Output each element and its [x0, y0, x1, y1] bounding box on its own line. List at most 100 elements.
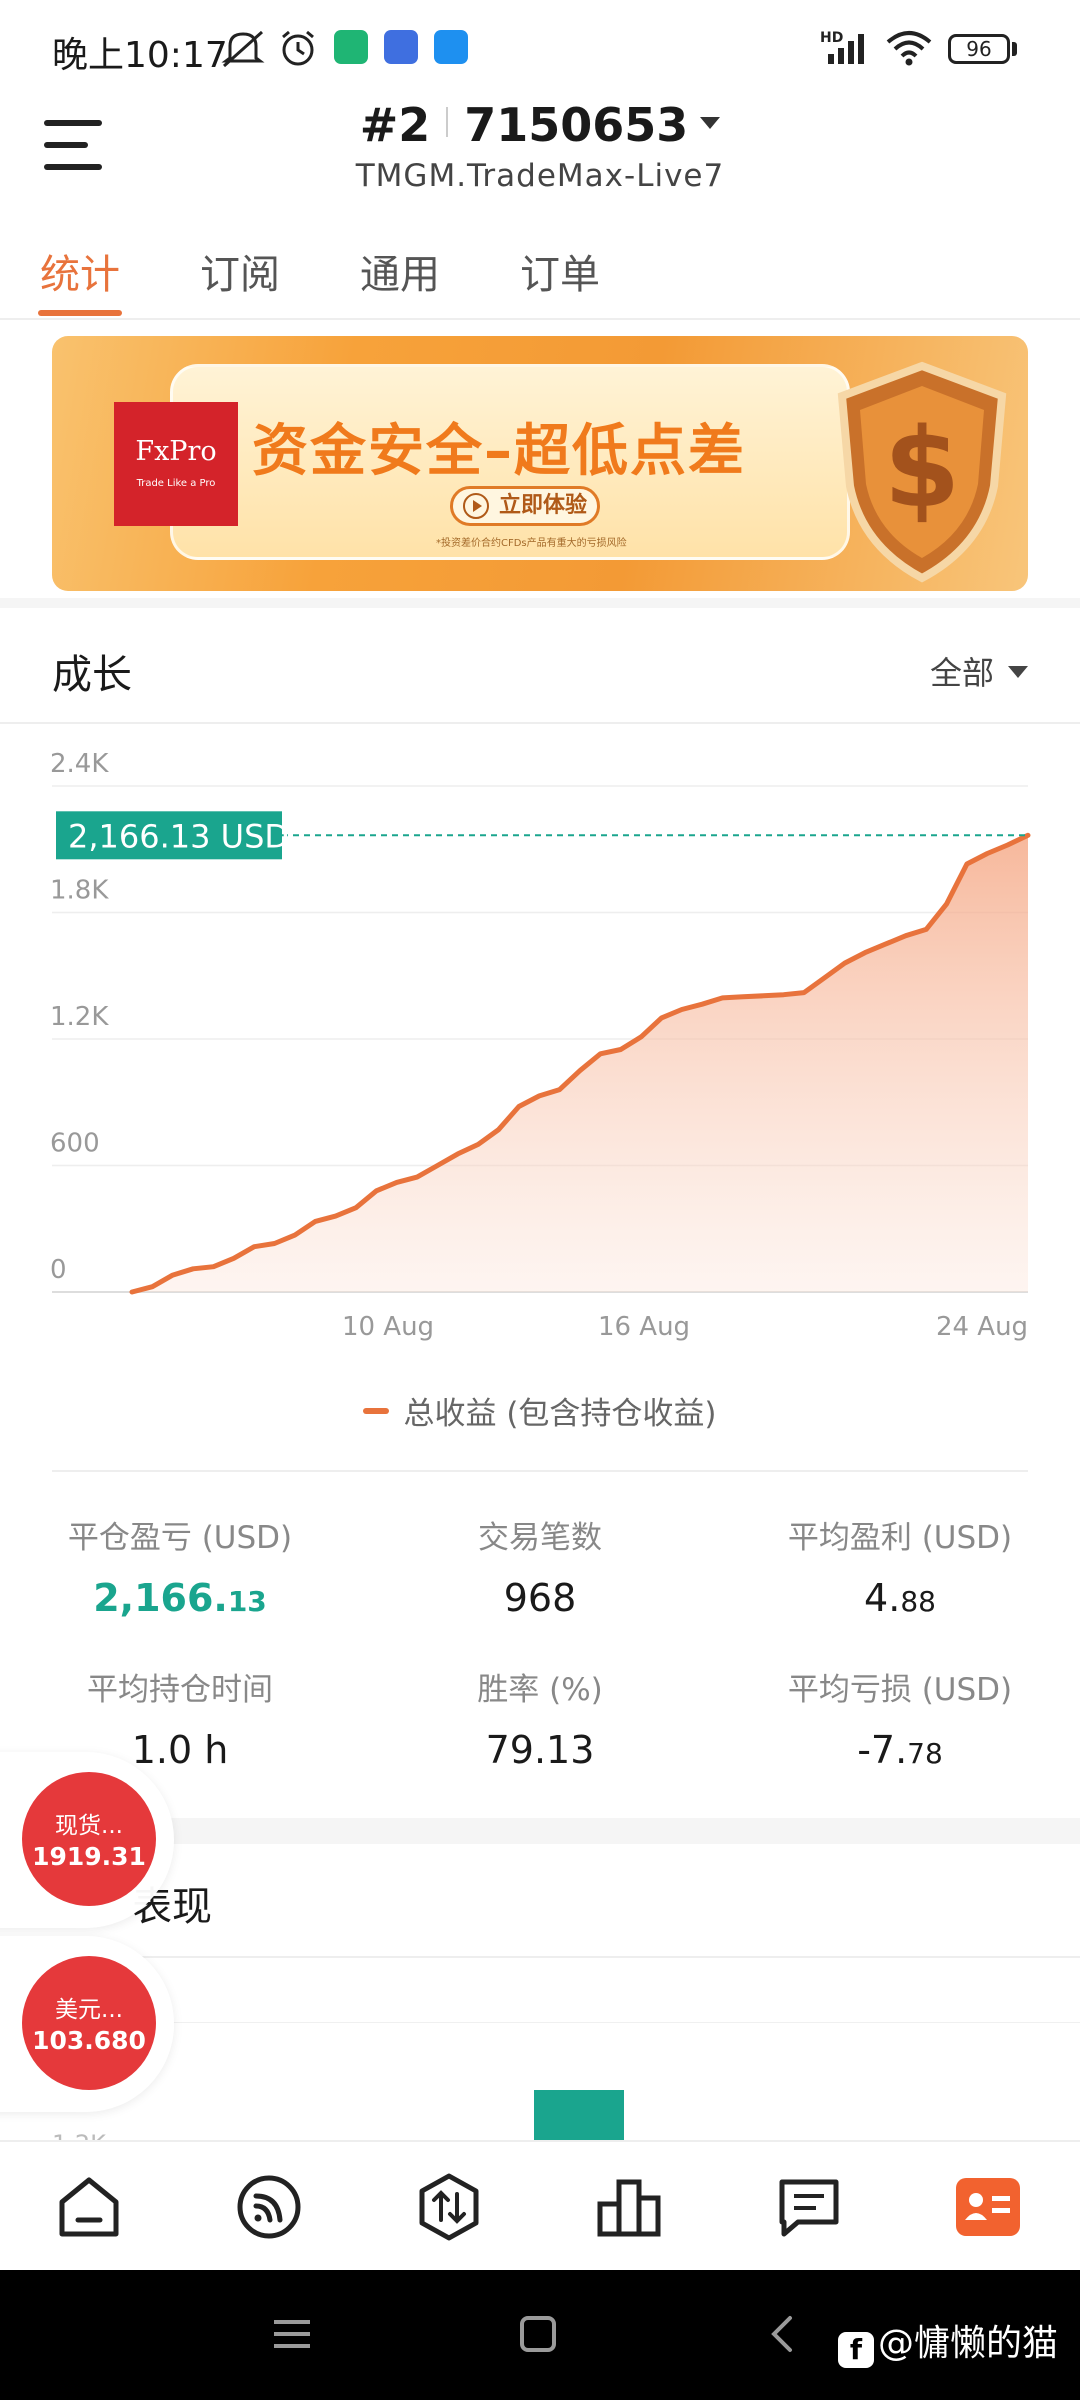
stat-label: 胜率 (%)	[477, 1672, 603, 1708]
quote-symbol: 现货...	[55, 1813, 123, 1839]
floating-quote-widget[interactable]: 美元... 103.680	[0, 1936, 174, 2112]
tab-bar: 统计 订阅 通用 订单	[0, 236, 1080, 320]
chart-legend: 总收益 (包含持仓收益)	[0, 1388, 1080, 1433]
quote-price: 103.680	[32, 2026, 146, 2055]
performance-bar	[534, 2090, 624, 2140]
quote-bubble[interactable]: 现货... 1919.31	[22, 1772, 156, 1906]
system-nav-bar: f @慵懒的猫	[0, 2270, 1080, 2400]
account-rank: #2	[359, 98, 431, 152]
bell-muted-icon	[221, 30, 265, 68]
battery-tip	[1012, 42, 1017, 56]
x-tick-label: 16 Aug	[598, 1312, 690, 1342]
tab-subscribe[interactable]: 订阅	[200, 242, 280, 300]
tab-statistics[interactable]: 统计	[40, 242, 120, 300]
account-number: 7150653	[464, 98, 689, 152]
brand-tagline: Trade Like a Pro	[136, 478, 216, 489]
brand-name: FxPro	[135, 436, 217, 467]
quote-symbol: 美元...	[55, 1997, 123, 2023]
stat-value-main: 4.	[864, 1576, 901, 1620]
divider	[52, 1470, 1028, 1472]
y-tick-label: 1.8K	[50, 876, 109, 906]
stat-label: 交易笔数	[478, 1520, 602, 1556]
stat-label: 平均亏损 (USD)	[787, 1672, 1013, 1708]
floating-quote-widget[interactable]: 现货... 1919.31	[0, 1752, 174, 1928]
home-icon[interactable]	[54, 2172, 124, 2242]
promo-banner[interactable]: FxPro Trade Like a Pro 资金安全–超低点差 立即体验 *投…	[52, 336, 1028, 591]
active-tab-indicator	[38, 310, 122, 316]
legend-label: 总收益 (包含持仓收益)	[403, 1396, 717, 1432]
stat-value-main: 2,166.	[93, 1576, 228, 1620]
y-tick-label: 1.2K	[50, 1002, 109, 1032]
stat-label: 平均盈利 (USD)	[787, 1520, 1013, 1556]
cellular-signal-icon	[828, 34, 864, 64]
stat-value-decimals: 78	[907, 1737, 943, 1770]
stat-value: 2,166.13	[0, 1576, 360, 1620]
account-selector[interactable]: #2 7150653	[0, 98, 1080, 152]
range-value: 全部	[929, 654, 994, 692]
stat-value: 968	[360, 1576, 720, 1620]
message-icon[interactable]	[774, 2172, 844, 2242]
stat-value-decimals: 13	[227, 1585, 267, 1618]
stat-value-main: -7.	[857, 1728, 908, 1772]
caret-down-icon	[1008, 666, 1028, 678]
cta-label: 立即体验	[499, 493, 588, 518]
banner-headline: 资金安全–超低点差	[252, 419, 746, 484]
y-tick-label: 0	[50, 1255, 67, 1285]
bottom-nav	[0, 2140, 1080, 2270]
x-axis-ticks: 10 Aug 16 Aug 24 Aug	[342, 1312, 1028, 1342]
growth-title: 成长	[52, 652, 132, 698]
range-dropdown[interactable]: 全部	[930, 648, 1028, 694]
fxpro-logo: FxPro Trade Like a Pro	[114, 402, 238, 526]
quote-price: 1919.31	[32, 1842, 146, 1871]
home-system-icon[interactable]	[518, 2314, 558, 2354]
server-name: TMGM.TradeMax-Live7	[355, 158, 725, 194]
x-tick-label: 10 Aug	[342, 1312, 434, 1342]
quote-bubble[interactable]: 美元... 103.680	[22, 1956, 156, 2090]
y-tick-label: 2.4K	[50, 749, 109, 779]
banner-disclaimer: *投资差价合约CFDs产品有重大的亏损风险	[436, 538, 627, 549]
growth-chart: 0 600 1.2K 1.8K 2.4K 10 Aug 16 Aug 24 Aug 2,16…	[50, 749, 1031, 1342]
stat-value: 4.88	[720, 1576, 1080, 1620]
growth-area	[132, 835, 1028, 1292]
svg-text:$: $	[884, 404, 961, 532]
caret-down-icon	[700, 117, 721, 129]
dollar-shield-icon: $	[837, 361, 1007, 583]
profile-card-icon[interactable]	[956, 2178, 1020, 2236]
signal-icon[interactable]	[234, 2172, 304, 2242]
grid-line	[140, 2022, 1080, 2023]
tab-general[interactable]: 通用	[360, 242, 440, 300]
status-time: 晚上10:17	[52, 35, 228, 76]
upload-app-icon	[434, 30, 468, 64]
divider	[0, 1956, 1080, 1958]
battery-indicator: 96	[948, 34, 1010, 64]
back-icon[interactable]	[766, 2314, 798, 2354]
ranking-icon[interactable]	[594, 2172, 664, 2242]
stat-value-decimals: 88	[900, 1585, 936, 1618]
stat-value: 79.13	[360, 1728, 720, 1772]
wifi-icon	[886, 31, 932, 66]
trade-icon[interactable]	[414, 2172, 484, 2242]
profile-card-glyph	[965, 2193, 1010, 2220]
recent-apps-icon[interactable]	[272, 2314, 312, 2354]
stat-label: 平仓盈亏 (USD)	[67, 1520, 293, 1556]
x-tick-label: 24 Aug	[936, 1312, 1028, 1342]
banner-cta-button[interactable]: 立即体验	[450, 486, 600, 526]
stat-value-main: 968	[503, 1576, 577, 1620]
stat-value-main: 79.13	[485, 1728, 595, 1772]
tab-orders[interactable]: 订单	[520, 242, 600, 300]
watermark: f @慵懒的猫	[838, 2314, 1058, 2368]
current-value-label: 2,166.13 USD	[68, 817, 289, 855]
sync-app-icon	[384, 30, 418, 64]
play-icon	[463, 493, 489, 519]
stat-value-main: 1.0 h	[131, 1728, 229, 1772]
security-app-icon	[334, 30, 368, 64]
alarm-icon	[282, 30, 314, 66]
watermark-logo-icon: f	[838, 2332, 874, 2368]
legend-swatch	[363, 1408, 390, 1414]
stat-value: -7.78	[720, 1728, 1080, 1772]
watermark-text: @慵懒的猫	[878, 2323, 1059, 2364]
app-screen: 晚上10:17 HD 96 #2 7150653 TMGM.TradeMax-L…	[0, 0, 1080, 2400]
status-bar: 晚上10:17 HD 96	[0, 0, 1080, 96]
y-tick-label: 600	[50, 1129, 100, 1159]
account-separator	[446, 107, 449, 137]
